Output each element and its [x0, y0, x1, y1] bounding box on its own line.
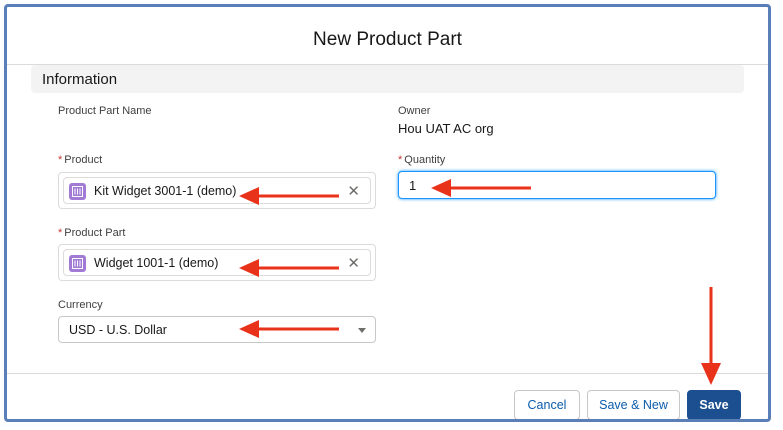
quantity-value: 1: [409, 178, 417, 193]
product-part-name-label: Product Part Name: [58, 105, 152, 117]
save-new-button[interactable]: Save & New: [587, 390, 680, 419]
owner-value: Hou UAT AC org: [398, 121, 494, 136]
close-icon[interactable]: ✕: [347, 254, 360, 272]
save-button[interactable]: Save: [687, 390, 741, 419]
close-icon[interactable]: ✕: [347, 182, 360, 200]
currency-value: USD - U.S. Dollar: [69, 323, 167, 337]
product-lookup[interactable]: Kit Widget 3001-1 (demo) ✕: [58, 172, 376, 209]
modal-title: New Product Part: [313, 29, 462, 50]
owner-label: Owner: [398, 105, 431, 117]
product-record-icon: [69, 255, 86, 272]
required-marker: *: [58, 227, 63, 239]
product-part-label: * Product Part: [58, 227, 125, 239]
currency-select[interactable]: USD - U.S. Dollar: [58, 316, 376, 343]
cancel-button[interactable]: Cancel: [514, 390, 580, 419]
product-pill[interactable]: Kit Widget 3001-1 (demo) ✕: [63, 177, 371, 204]
product-part-pill-label: Widget 1001-1 (demo): [94, 256, 219, 270]
quantity-label-text: Quantity: [404, 154, 446, 166]
modal-frame: New Product Part Information Product Par…: [4, 4, 771, 422]
product-part-lookup[interactable]: Widget 1001-1 (demo) ✕: [58, 244, 376, 281]
product-part-pill[interactable]: Widget 1001-1 (demo) ✕: [63, 249, 371, 276]
section-title: Information: [42, 71, 118, 88]
product-part-label-text: Product Part: [64, 227, 126, 239]
product-label: * Product: [58, 154, 102, 166]
currency-label: Currency: [58, 299, 103, 311]
quantity-label: * Quantity: [398, 154, 445, 166]
footer-divider: [7, 373, 768, 374]
product-pill-label: Kit Widget 3001-1 (demo): [94, 184, 237, 198]
quantity-input[interactable]: 1: [398, 171, 716, 199]
required-marker: *: [398, 154, 403, 166]
product-record-icon: [69, 183, 86, 200]
section-header[interactable]: Information: [31, 65, 744, 93]
chevron-down-icon: [358, 328, 366, 333]
product-label-text: Product: [64, 154, 103, 166]
required-marker: *: [58, 154, 63, 166]
annotation-arrow-down: [701, 287, 721, 385]
